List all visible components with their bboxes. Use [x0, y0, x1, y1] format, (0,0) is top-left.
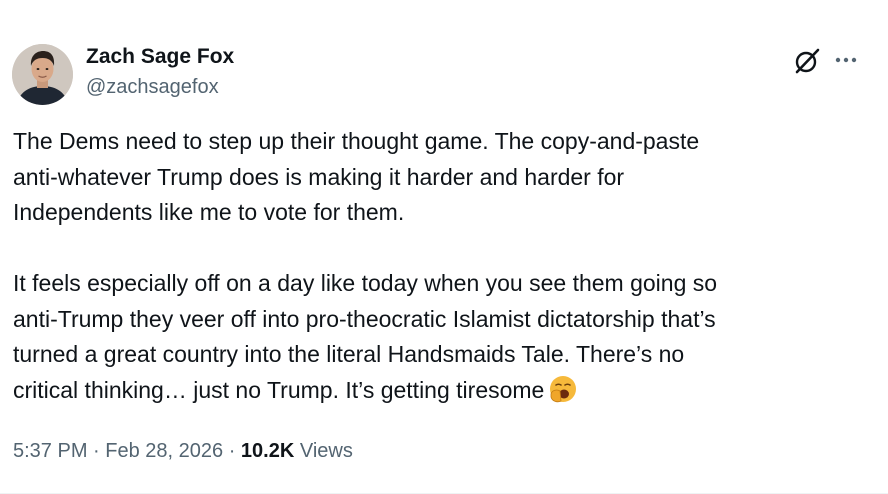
more-options-icon[interactable]	[832, 46, 860, 74]
author-name[interactable]: Zach Sage Fox	[86, 45, 234, 69]
avatar[interactable]	[12, 44, 73, 105]
views-label: Views	[294, 440, 353, 462]
meta-separator: ·	[223, 440, 241, 462]
tweet-line: Independents like me to vote for them.	[13, 199, 405, 225]
yawning-face-emoji	[548, 374, 578, 404]
tweet-line: turned a great country into the literal …	[13, 341, 685, 367]
post-time[interactable]: 5:37 PM	[13, 440, 87, 462]
author-handle[interactable]: @zachsagefox	[86, 76, 219, 99]
tweet-meta: 5:37 PM · Feb 28, 2026 · 10.2K Views	[13, 440, 353, 463]
tweet-paragraph: The Dems need to step up their thought g…	[13, 124, 873, 231]
meta-separator: ·	[87, 440, 106, 462]
tweet-paragraph: It feels especially off on a day like to…	[13, 266, 873, 408]
avatar-photo	[12, 44, 73, 105]
views-count: 10.2K	[240, 440, 295, 462]
post-date[interactable]: Feb 28, 2026	[105, 440, 223, 462]
tweet-line: It feels especially off on a day like to…	[13, 270, 718, 296]
tweet-line: The Dems need to step up their thought g…	[13, 128, 700, 154]
tweet-line: anti-whatever Trump does is making it ha…	[13, 163, 625, 190]
tweet-line: anti-Trump they veer off into pro-theocr…	[13, 305, 716, 332]
tweet-text: The Dems need to step up their thought g…	[13, 124, 873, 408]
tweet-card: Zach Sage Fox @zachsagefox The Dems need…	[0, 0, 888, 494]
grok-icon[interactable]	[792, 46, 822, 76]
tweet-line: critical thinking… just no Trump. It’s g…	[13, 376, 545, 403]
